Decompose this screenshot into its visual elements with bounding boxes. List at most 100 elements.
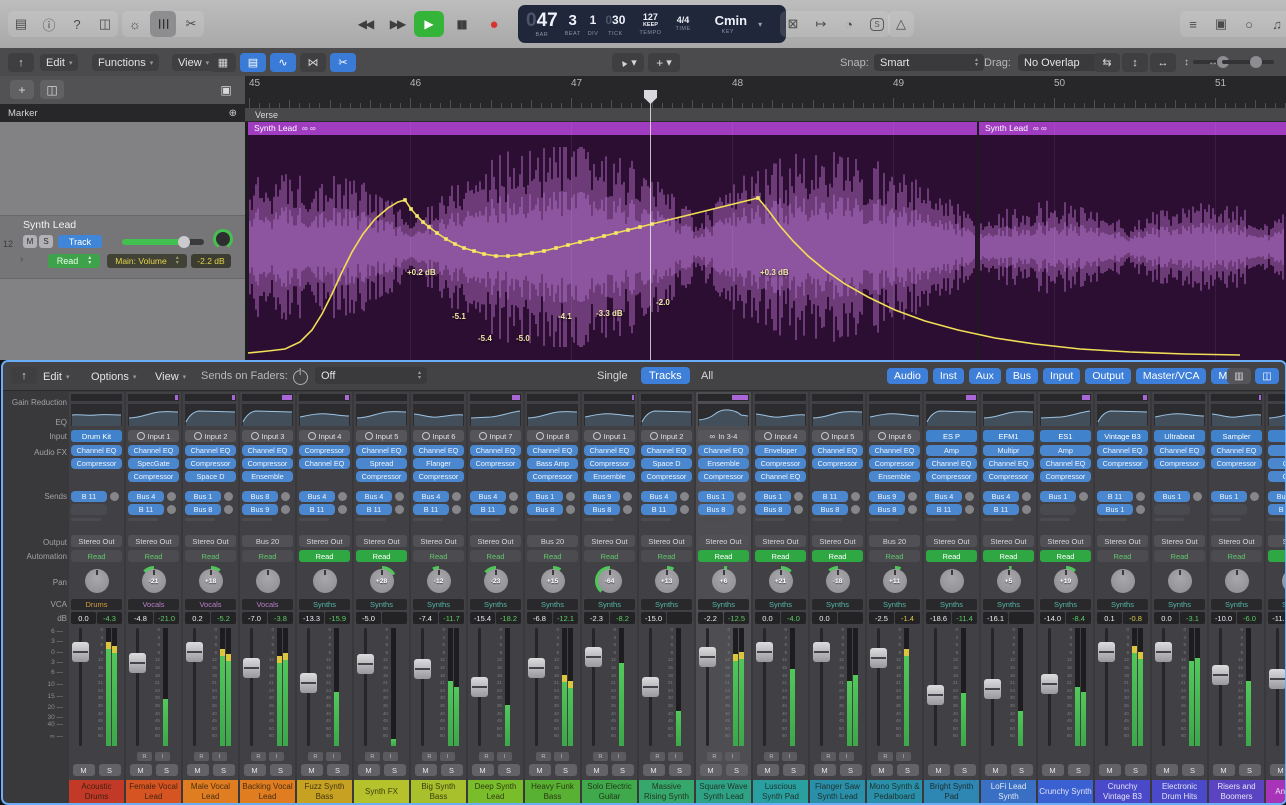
scissors-icon[interactable]: ✂ — [178, 11, 204, 37]
send-level-knob[interactable] — [167, 505, 176, 514]
mixer-icon[interactable]: ☰ — [150, 11, 176, 37]
channel-name[interactable]: Mono Synth & Pedalboard — [867, 780, 922, 803]
send-slot[interactable]: B 11 — [1097, 491, 1145, 502]
audio-fx-slot[interactable]: Compressor — [71, 458, 122, 469]
eq-thumbnail[interactable] — [356, 404, 407, 426]
pan-knob[interactable] — [1165, 566, 1195, 596]
audio-fx-slot[interactable]: Ensemble — [584, 471, 635, 482]
send-slot[interactable]: Bus 8 — [698, 504, 746, 515]
send-level-knob[interactable] — [338, 505, 347, 514]
solo-button[interactable]: S — [612, 764, 634, 776]
eq-thumbnail[interactable] — [185, 404, 236, 426]
vca-assignment[interactable]: Synths — [1097, 599, 1148, 610]
view-menu[interactable]: View▾ — [172, 54, 215, 71]
vca-assignment[interactable]: Synths — [755, 599, 806, 610]
send-level-knob[interactable] — [566, 492, 575, 501]
input-button[interactable]: EFM1 — [983, 430, 1034, 442]
output-button[interactable]: Stereo Out — [299, 535, 350, 547]
loop-browser-icon[interactable]: ○ — [1236, 11, 1262, 37]
automation-mode-button[interactable]: Read — [128, 550, 179, 562]
vca-assignment[interactable]: Synths — [356, 599, 407, 610]
send-level-knob[interactable] — [680, 492, 689, 501]
solo-button[interactable]: S — [1239, 764, 1261, 776]
record-enable-icon[interactable] — [821, 432, 829, 440]
record-enable-icon[interactable] — [422, 432, 430, 440]
audio-fx-slot[interactable]: Compressor — [299, 445, 350, 456]
media-browser-icon[interactable]: ♫ — [1264, 11, 1286, 37]
output-button[interactable]: Stereo Out — [755, 535, 806, 547]
channel-strip-13[interactable]: Input 4EnveloperCompressorChannel EQBus … — [753, 392, 808, 803]
pan-knob[interactable]: +19 — [1051, 566, 1081, 596]
channel-strip-17[interactable]: EFM1MultiprChannel EQCompressorBus 4B 11… — [981, 392, 1036, 803]
channel-name[interactable]: Backing Vocal Lead — [240, 780, 295, 803]
eq-thumbnail[interactable] — [470, 404, 521, 426]
send-level-knob[interactable] — [509, 492, 518, 501]
quick-help-icon[interactable]: ☼ — [122, 11, 148, 37]
audio-fx-slot[interactable]: Chann — [1268, 458, 1286, 469]
segment-tracks[interactable]: Tracks — [641, 367, 690, 384]
automation-mode-button[interactable]: Read — [185, 550, 236, 562]
mute-button[interactable]: M — [358, 764, 380, 776]
functions-menu[interactable]: Functions▾ — [92, 54, 159, 71]
filter-input[interactable]: Input — [1043, 368, 1080, 384]
output-button[interactable]: Stereo Out — [983, 535, 1034, 547]
filter-audio[interactable]: Audio — [887, 368, 928, 384]
send-level-knob[interactable] — [794, 505, 803, 514]
channel-name[interactable]: Electronic Drum Hits — [1152, 780, 1207, 803]
mixer-edit-menu[interactable]: Edit▾ — [43, 368, 69, 385]
send-slot[interactable]: Bus 4 — [470, 491, 518, 502]
channel-name[interactable]: Synth FX — [354, 780, 409, 803]
solo-icon[interactable]: S — [864, 11, 890, 37]
edit-menu[interactable]: Edit▾ — [40, 54, 78, 71]
mute-button[interactable]: M — [643, 764, 665, 776]
mute-button[interactable]: M — [73, 764, 95, 776]
audio-fx-slot[interactable]: Amp — [1268, 445, 1286, 456]
pan-knob[interactable]: -18 — [823, 566, 853, 596]
send-slot[interactable]: Bus 8 — [527, 504, 575, 515]
input-button[interactable]: Input 6 — [413, 430, 464, 442]
segment-single[interactable]: Single — [589, 367, 636, 384]
vca-assignment[interactable]: Synths — [983, 599, 1034, 610]
vca-assignment[interactable]: Synths — [470, 599, 521, 610]
eq-thumbnail[interactable] — [413, 404, 464, 426]
record-enable-icon[interactable] — [593, 432, 601, 440]
pan-knob[interactable]: -64 — [595, 566, 625, 596]
eq-thumbnail[interactable] — [1154, 404, 1205, 426]
mute-button[interactable]: M — [187, 764, 209, 776]
audio-fx-slot[interactable]: Ensemble — [869, 471, 920, 482]
library-icon[interactable]: ▤ — [8, 11, 34, 37]
channel-name[interactable]: Flanger Saw Synth Lead — [810, 780, 865, 803]
dropzone-icon[interactable]: ⊠ — [780, 11, 806, 37]
channel-strip-15[interactable]: Input 6Channel EQCompressorEnsembleBus 9… — [867, 392, 922, 803]
audio-fx-slot[interactable]: Channel EQ — [812, 445, 863, 456]
audio-fx-slot[interactable]: Compressor — [698, 471, 749, 482]
audio-fx-slot[interactable]: Channel EQ — [983, 458, 1034, 469]
send-slot[interactable] — [1211, 504, 1247, 515]
audio-fx-slot[interactable]: Spread — [356, 458, 407, 469]
audio-fx-slot[interactable]: Channel EQ — [1211, 445, 1262, 456]
send-level-knob[interactable] — [452, 492, 461, 501]
solo-button[interactable]: S — [1068, 764, 1090, 776]
record-enable-icon[interactable] — [365, 432, 373, 440]
send-level-knob[interactable] — [965, 505, 974, 514]
channel-strip-2[interactable]: Input 1Channel EQSpecGateCompressorBus 4… — [126, 392, 181, 803]
vca-assignment[interactable]: Synths — [1211, 599, 1262, 610]
record-enable-icon[interactable] — [479, 432, 487, 440]
audio-fx-slot[interactable]: Compressor — [1040, 471, 1091, 482]
send-slot[interactable]: Bus 1 — [1040, 491, 1088, 502]
automation-mode-button[interactable]: Read — [1268, 550, 1286, 562]
volume-fader[interactable] — [870, 648, 887, 668]
eq-thumbnail[interactable] — [584, 404, 635, 426]
input-monitor-button[interactable]: I — [782, 752, 797, 761]
input-button[interactable]: ∞In 3-4 — [698, 430, 749, 442]
audio-fx-slot[interactable]: Channel EQ — [470, 445, 521, 456]
channel-strip-7[interactable]: Input 6Channel EQFlangerCompressorBus 4B… — [411, 392, 466, 803]
send-level-knob[interactable] — [395, 505, 404, 514]
vca-assignment[interactable]: Vocals — [242, 599, 293, 610]
record-enable-icon[interactable] — [650, 432, 658, 440]
volume-fader[interactable] — [813, 642, 830, 662]
vca-assignment[interactable]: Synths — [926, 599, 977, 610]
mute-button[interactable]: M — [1270, 764, 1286, 776]
send-slot[interactable]: Bus 8 — [869, 504, 917, 515]
send-level-knob[interactable] — [1136, 492, 1145, 501]
